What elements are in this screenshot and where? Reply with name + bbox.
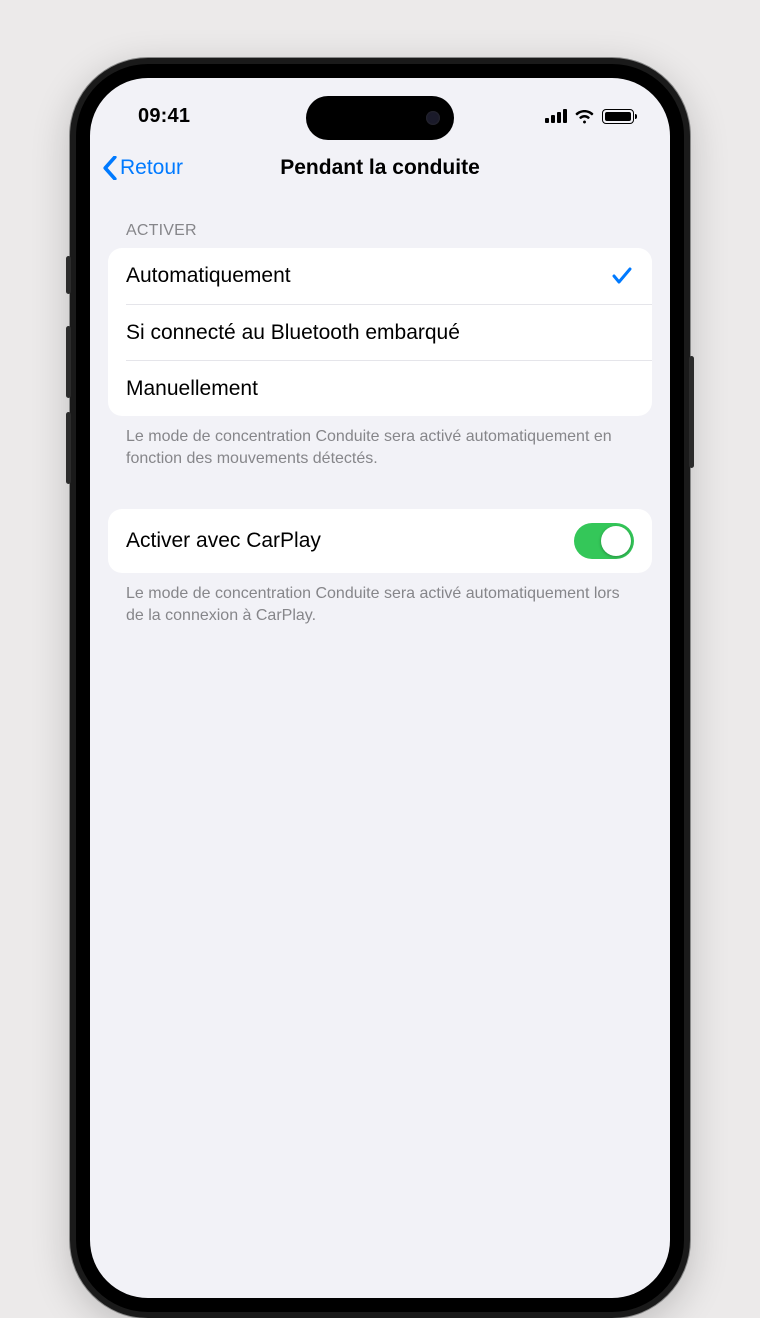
phone-frame: 09:41 [70,58,690,1318]
status-time: 09:41 [138,105,190,128]
section-footer-carplay: Le mode de concentration Conduite sera a… [108,573,652,626]
activation-options-group: Automatiquement Si connecté au Bluetooth… [108,248,652,416]
wifi-icon [574,109,595,124]
section-footer-activate: Le mode de concentration Conduite sera a… [108,416,652,469]
option-label: Si connecté au Bluetooth embarqué [126,321,460,345]
silence-switch[interactable] [66,256,71,294]
carplay-label: Activer avec CarPlay [126,529,321,553]
option-label: Automatiquement [126,264,291,288]
toggle-knob [601,526,631,556]
carplay-toggle-row[interactable]: Activer avec CarPlay [108,509,652,573]
back-button[interactable]: Retour [102,156,183,180]
checkmark-icon [610,264,634,288]
back-label: Retour [120,156,183,180]
battery-icon [602,109,634,124]
volume-up-button[interactable] [66,326,71,398]
option-manually[interactable]: Manuellement [126,360,652,416]
front-camera-icon [426,111,440,125]
option-automatically[interactable]: Automatiquement [108,248,652,304]
dynamic-island [306,96,454,140]
power-button[interactable] [689,356,694,468]
chevron-left-icon [102,156,118,180]
cellular-signal-icon [545,109,567,123]
navigation-bar: Retour Pendant la conduite [90,142,670,194]
section-header-activate: Activer [108,222,652,248]
option-label: Manuellement [126,377,258,401]
volume-down-button[interactable] [66,412,71,484]
carplay-group: Activer avec CarPlay [108,509,652,573]
carplay-toggle[interactable] [574,523,634,559]
option-bluetooth[interactable]: Si connecté au Bluetooth embarqué [126,304,652,360]
